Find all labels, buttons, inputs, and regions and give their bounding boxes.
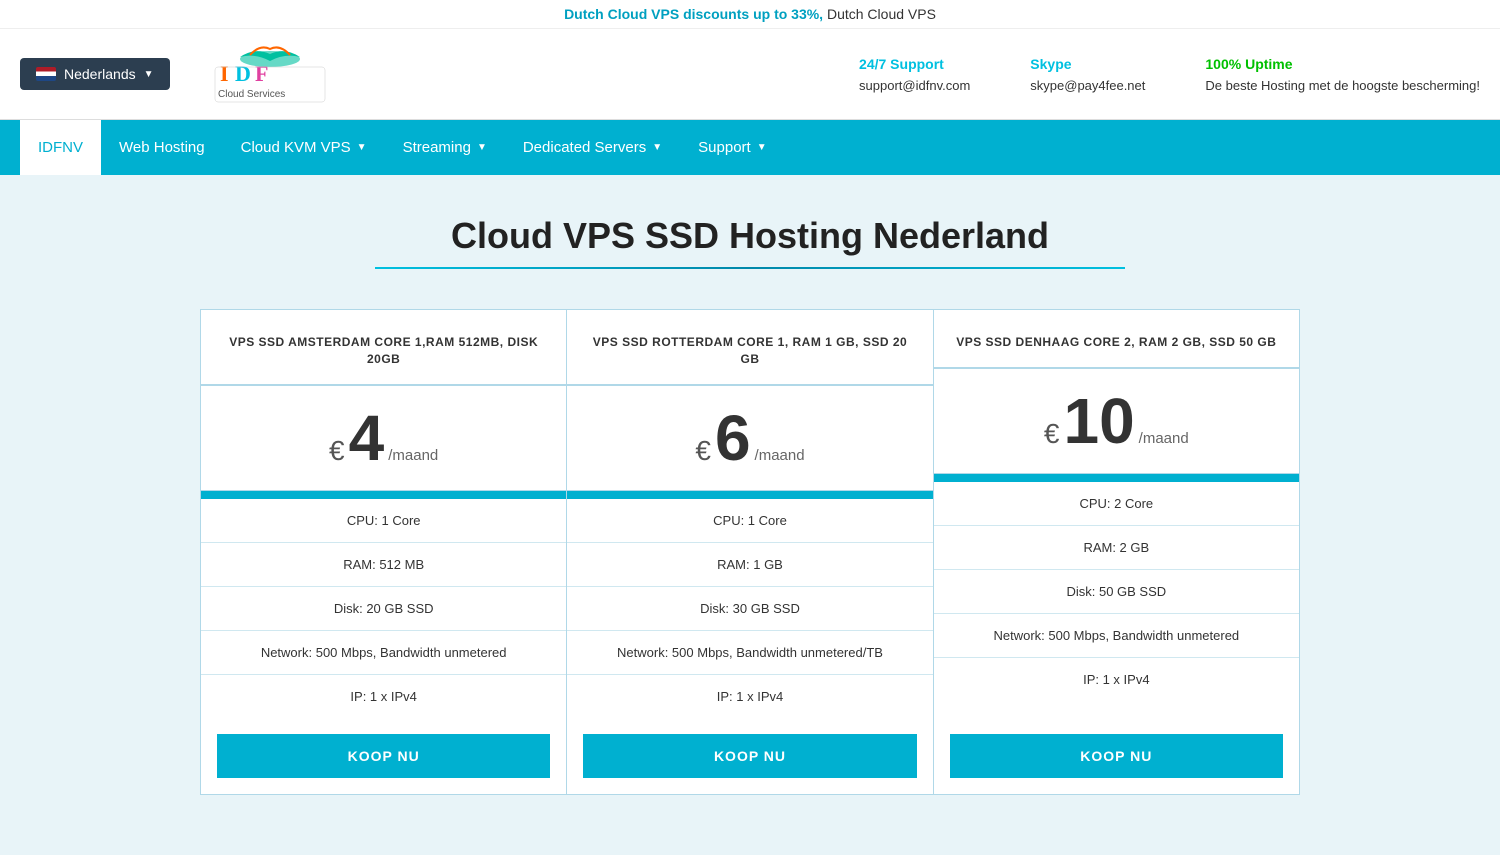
nav-item-support[interactable]: Support ▼ xyxy=(680,120,784,175)
chevron-down-icon: ▼ xyxy=(477,142,487,153)
nav-item-idfnv[interactable]: IDFNV xyxy=(20,120,101,175)
nav-item-cloud-kvm-vps[interactable]: Cloud KVM VPS ▼ xyxy=(223,120,385,175)
spec-cpu: CPU: 2 Core xyxy=(934,482,1299,526)
discount-banner: Dutch Cloud VPS discounts up to 33%, Dut… xyxy=(0,0,1500,29)
main-nav: IDFNV Web Hosting Cloud KVM VPS ▼ Stream… xyxy=(0,120,1500,175)
card-title-amsterdam: VPS SSD AMSTERDAM CORE 1,RAM 512MB, DISK… xyxy=(217,334,550,368)
per-month: /maand xyxy=(388,447,438,464)
skype-value: skype@pay4fee.net xyxy=(1030,78,1145,93)
card-price-denhaag: € 10 /maand xyxy=(934,369,1299,474)
euro-sign: € xyxy=(1044,418,1060,450)
card-rotterdam: VPS SSD ROTTERDAM CORE 1, RAM 1 GB, SSD … xyxy=(567,310,933,794)
card-stripe xyxy=(567,491,932,499)
card-title-rotterdam: VPS SSD ROTTERDAM CORE 1, RAM 1 GB, SSD … xyxy=(583,334,916,368)
per-month: /maand xyxy=(755,447,805,464)
support-label: 24/7 Support xyxy=(859,56,970,72)
svg-text:D: D xyxy=(235,61,251,86)
spec-network: Network: 500 Mbps, Bandwidth unmetered xyxy=(201,631,566,675)
card-specs-rotterdam: CPU: 1 Core RAM: 1 GB Disk: 30 GB SSD Ne… xyxy=(567,499,932,718)
discount-highlight: Dutch Cloud VPS discounts up to 33%, xyxy=(564,6,823,22)
card-price-rotterdam: € 6 /maand xyxy=(567,386,932,491)
spec-ram: RAM: 512 MB xyxy=(201,543,566,587)
svg-text:Cloud Services: Cloud Services xyxy=(218,89,285,100)
page-title: Cloud VPS SSD Hosting Nederland xyxy=(20,215,1480,257)
card-price-amsterdam: € 4 /maand xyxy=(201,386,566,491)
discount-normal: Dutch Cloud VPS xyxy=(827,6,936,22)
title-underline xyxy=(375,267,1125,269)
buy-button-denhaag[interactable]: KOOP NU xyxy=(950,734,1283,778)
euro-sign: € xyxy=(329,435,345,467)
uptime-label: 100% Uptime xyxy=(1205,56,1480,72)
buy-button-rotterdam[interactable]: KOOP NU xyxy=(583,734,916,778)
card-footer-denhaag: KOOP NU xyxy=(934,718,1299,794)
card-stripe xyxy=(934,474,1299,482)
skype-label: Skype xyxy=(1030,56,1145,72)
spec-disk: Disk: 50 GB SSD xyxy=(934,570,1299,614)
card-specs-amsterdam: CPU: 1 Core RAM: 512 MB Disk: 20 GB SSD … xyxy=(201,499,566,718)
top-bar: Nederlands ▼ I D F Cloud Services 24/ xyxy=(0,29,1500,120)
card-header-denhaag: VPS SSD DENHAAG CORE 2, RAM 2 GB, SSD 50… xyxy=(934,310,1299,369)
spec-ram: RAM: 1 GB xyxy=(567,543,932,587)
chevron-down-icon: ▼ xyxy=(144,69,154,80)
spec-ip: IP: 1 x IPv4 xyxy=(201,675,566,718)
per-month: /maand xyxy=(1139,430,1189,447)
nav-item-streaming[interactable]: Streaming ▼ xyxy=(385,120,505,175)
spec-cpu: CPU: 1 Core xyxy=(201,499,566,543)
nav-item-dedicated-servers[interactable]: Dedicated Servers ▼ xyxy=(505,120,680,175)
cards-container: VPS SSD AMSTERDAM CORE 1,RAM 512MB, DISK… xyxy=(200,309,1300,795)
chevron-down-icon: ▼ xyxy=(652,142,662,153)
language-label: Nederlands xyxy=(64,66,136,82)
chevron-down-icon: ▼ xyxy=(757,142,767,153)
price-number: 4 xyxy=(349,406,385,470)
main-content: Cloud VPS SSD Hosting Nederland VPS SSD … xyxy=(0,175,1500,835)
spec-ip: IP: 1 x IPv4 xyxy=(934,658,1299,701)
card-specs-denhaag: CPU: 2 Core RAM: 2 GB Disk: 50 GB SSD Ne… xyxy=(934,482,1299,718)
euro-sign: € xyxy=(695,435,711,467)
uptime-value: De beste Hosting met de hoogste bescherm… xyxy=(1205,78,1480,93)
svg-text:I: I xyxy=(220,61,229,86)
svg-text:F: F xyxy=(255,61,268,86)
card-header-rotterdam: VPS SSD ROTTERDAM CORE 1, RAM 1 GB, SSD … xyxy=(567,310,932,386)
card-footer-rotterdam: KOOP NU xyxy=(567,718,932,794)
spec-cpu: CPU: 1 Core xyxy=(567,499,932,543)
contact-area: 24/7 Support support@idfnv.com Skype sky… xyxy=(859,56,1480,93)
card-header-amsterdam: VPS SSD AMSTERDAM CORE 1,RAM 512MB, DISK… xyxy=(201,310,566,386)
netherlands-flag-icon xyxy=(36,67,56,81)
spec-disk: Disk: 30 GB SSD xyxy=(567,587,932,631)
card-footer-amsterdam: KOOP NU xyxy=(201,718,566,794)
logo[interactable]: I D F Cloud Services xyxy=(200,39,340,109)
spec-network: Network: 500 Mbps, Bandwidth unmetered xyxy=(934,614,1299,658)
card-amsterdam: VPS SSD AMSTERDAM CORE 1,RAM 512MB, DISK… xyxy=(201,310,567,794)
card-denhaag: VPS SSD DENHAAG CORE 2, RAM 2 GB, SSD 50… xyxy=(934,310,1299,794)
contact-support: 24/7 Support support@idfnv.com xyxy=(859,56,970,93)
spec-network: Network: 500 Mbps, Bandwidth unmetered/T… xyxy=(567,631,932,675)
language-selector[interactable]: Nederlands ▼ xyxy=(20,58,170,90)
price-number: 6 xyxy=(715,406,751,470)
spec-ram: RAM: 2 GB xyxy=(934,526,1299,570)
spec-disk: Disk: 20 GB SSD xyxy=(201,587,566,631)
nav-item-web-hosting[interactable]: Web Hosting xyxy=(101,120,223,175)
support-value: support@idfnv.com xyxy=(859,78,970,93)
card-title-denhaag: VPS SSD DENHAAG CORE 2, RAM 2 GB, SSD 50… xyxy=(950,334,1283,351)
chevron-down-icon: ▼ xyxy=(357,142,367,153)
logo-area: I D F Cloud Services xyxy=(200,39,340,109)
contact-skype: Skype skype@pay4fee.net xyxy=(1030,56,1145,93)
spec-ip: IP: 1 x IPv4 xyxy=(567,675,932,718)
contact-uptime: 100% Uptime De beste Hosting met de hoog… xyxy=(1205,56,1480,93)
buy-button-amsterdam[interactable]: KOOP NU xyxy=(217,734,550,778)
price-number: 10 xyxy=(1063,389,1134,453)
card-stripe xyxy=(201,491,566,499)
